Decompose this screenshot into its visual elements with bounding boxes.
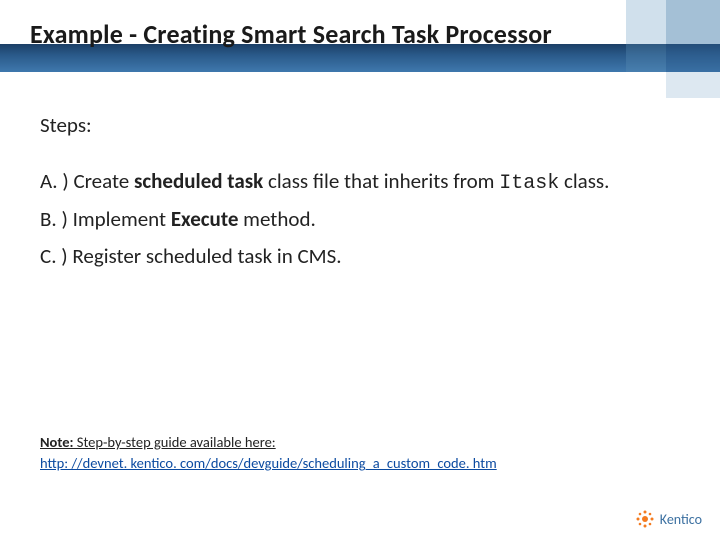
gear-icon (636, 510, 654, 528)
step-b-bold: Execute (171, 206, 239, 232)
note-block: Note: Step-by-step guide available here:… (40, 432, 660, 474)
note-link[interactable]: http: //devnet. kentico. com/docs/devgui… (40, 454, 497, 472)
step-a-suffix: class. (559, 168, 609, 194)
content-area: Steps: A. ) Create scheduled task class … (40, 110, 670, 277)
note-lead-bold: Note: (40, 433, 74, 451)
header-decor-squares (550, 0, 720, 100)
note-lead-rest: Step-by-step guide available here: (74, 433, 276, 451)
step-b-prefix: B. ) Implement (40, 206, 171, 232)
slide-title: Example - Creating Smart Search Task Pro… (30, 18, 660, 50)
step-c: C. ) Register scheduled task in CMS. (40, 241, 670, 271)
step-b: B. ) Implement Execute method. (40, 204, 670, 234)
brand-logo: Kentico (636, 510, 702, 528)
steps-heading: Steps: (40, 110, 670, 140)
brand-text: Kentico (660, 511, 702, 528)
slide: Example - Creating Smart Search Task Pro… (0, 0, 720, 540)
step-a-bold: scheduled task (134, 168, 263, 194)
step-a-code: Itask (499, 172, 559, 195)
step-a-mid: class file that inherits from (263, 168, 499, 194)
step-b-suffix: method. (238, 206, 315, 232)
step-a-prefix: A. ) Create (40, 168, 134, 194)
step-a: A. ) Create scheduled task class file th… (40, 166, 670, 198)
